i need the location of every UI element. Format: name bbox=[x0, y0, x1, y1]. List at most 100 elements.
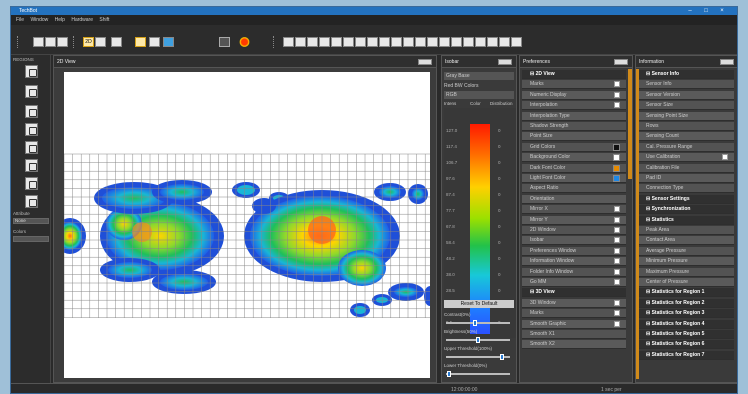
toolbar-tool-19-icon[interactable] bbox=[499, 37, 510, 47]
information-row[interactable]: Cal. Pressure Range bbox=[638, 142, 734, 152]
toolbar-tool-16-icon[interactable] bbox=[463, 37, 474, 47]
preference-row[interactable]: Information Window bbox=[522, 257, 626, 267]
close-button[interactable]: × bbox=[715, 7, 729, 15]
checkbox[interactable] bbox=[614, 102, 620, 109]
slider-handle[interactable] bbox=[500, 354, 504, 360]
preference-row[interactable]: Folder Info Window bbox=[522, 267, 626, 277]
isobar-scheme[interactable]: RGB bbox=[444, 91, 514, 99]
menu-shift[interactable]: Shift bbox=[99, 15, 109, 25]
menu-file[interactable]: File bbox=[16, 15, 24, 25]
preference-category[interactable]: ⊟ 2D View bbox=[522, 70, 626, 79]
toolbar-tool-7-icon[interactable] bbox=[355, 37, 366, 47]
checkbox[interactable] bbox=[614, 258, 620, 265]
preference-row[interactable]: Point Size bbox=[522, 132, 626, 142]
checkbox[interactable] bbox=[614, 310, 620, 317]
toolbar-tool-12-icon[interactable] bbox=[415, 37, 426, 47]
toolbar-tool-11-icon[interactable] bbox=[403, 37, 414, 47]
preference-row[interactable]: Numeric Display bbox=[522, 90, 626, 100]
information-row[interactable]: Calibration File bbox=[638, 163, 734, 173]
preference-row[interactable]: Interpolation bbox=[522, 101, 626, 111]
color-swatch[interactable] bbox=[613, 164, 620, 172]
preference-row[interactable]: Interpolation Type bbox=[522, 111, 626, 121]
slider-handle[interactable] bbox=[447, 371, 452, 377]
menu-hardware[interactable]: Hardware bbox=[71, 15, 93, 25]
information-category[interactable]: ⊟ Statistics bbox=[638, 215, 734, 225]
checkbox[interactable] bbox=[614, 268, 620, 275]
line-icon[interactable] bbox=[25, 85, 38, 98]
preference-category[interactable]: ⊟ 3D View bbox=[522, 288, 626, 298]
information-row[interactable]: Sensor Version bbox=[638, 90, 734, 100]
toolbar-tool-1-icon[interactable] bbox=[283, 37, 294, 47]
information-row[interactable]: Sensor Size bbox=[638, 101, 734, 111]
checkbox[interactable] bbox=[614, 227, 620, 233]
frame-icon[interactable] bbox=[111, 37, 122, 47]
grid-icon[interactable] bbox=[135, 37, 146, 47]
toolbar-tool-15-icon[interactable] bbox=[451, 37, 462, 47]
information-row[interactable]: Center of Pressure bbox=[638, 278, 734, 287]
preference-row[interactable]: Smooth Graphic bbox=[522, 319, 626, 329]
information-category[interactable]: ⊟ Statistics for Region 5 bbox=[638, 330, 734, 339]
table-icon[interactable] bbox=[95, 37, 106, 47]
logo-icon[interactable] bbox=[239, 37, 250, 47]
information-category[interactable]: ⊟ Sensor Settings bbox=[638, 194, 734, 204]
toolbar-tool-18-icon[interactable] bbox=[487, 37, 498, 47]
rect-icon[interactable] bbox=[25, 141, 38, 154]
information-category[interactable]: ⊟ Statistics for Region 2 bbox=[638, 298, 734, 308]
information-row[interactable]: Minimum Pressure bbox=[638, 257, 734, 267]
checkbox[interactable] bbox=[614, 81, 620, 88]
preference-row[interactable]: Marks bbox=[522, 80, 626, 90]
preference-row[interactable]: 2D Window bbox=[522, 226, 626, 235]
information-row[interactable]: Contact Area bbox=[638, 236, 734, 246]
sensor-icon[interactable] bbox=[33, 37, 44, 47]
preference-row[interactable]: Orientation bbox=[522, 194, 626, 204]
preference-row[interactable]: Dark Font Color bbox=[522, 163, 626, 173]
toolbar-tool-13-icon[interactable] bbox=[427, 37, 438, 47]
toolbar-tool-9-icon[interactable] bbox=[379, 37, 390, 47]
checkbox[interactable] bbox=[614, 237, 620, 244]
information-pin-button[interactable] bbox=[720, 59, 734, 65]
preference-row[interactable]: Light Font Color bbox=[522, 174, 626, 183]
checkbox[interactable] bbox=[614, 216, 620, 223]
toolbar-tool-4-icon[interactable] bbox=[319, 37, 330, 47]
minimize-button[interactable]: – bbox=[683, 7, 697, 15]
preference-row[interactable]: Marks bbox=[522, 309, 626, 319]
menu-help[interactable]: Help bbox=[55, 15, 65, 25]
information-row[interactable]: Connection Type bbox=[638, 184, 734, 194]
isobar-pin-button[interactable] bbox=[498, 59, 512, 65]
information-row[interactable]: Sensor Info bbox=[638, 80, 734, 90]
information-row[interactable]: Sensing Point Size bbox=[638, 111, 734, 121]
information-category[interactable]: ⊟ Statistics for Region 3 bbox=[638, 309, 734, 319]
polygon-icon[interactable] bbox=[25, 123, 38, 136]
information-category[interactable]: ⊟ Statistics for Region 7 bbox=[638, 350, 734, 360]
circle-icon[interactable] bbox=[25, 105, 38, 118]
toolbar-tool-3-icon[interactable] bbox=[307, 37, 318, 47]
attribute-field[interactable]: None bbox=[13, 218, 49, 224]
toolbar-tool-10-icon[interactable] bbox=[391, 37, 402, 47]
slider-track[interactable] bbox=[446, 337, 510, 343]
export-icon[interactable] bbox=[163, 37, 174, 47]
reset-default-button[interactable]: Reset To Default bbox=[444, 300, 514, 308]
toolbar-tool-8-icon[interactable] bbox=[367, 37, 378, 47]
checkbox[interactable] bbox=[722, 154, 728, 161]
colors-field[interactable] bbox=[13, 236, 49, 242]
slider-track[interactable] bbox=[446, 354, 510, 360]
preference-row[interactable]: Aspect Ratio bbox=[522, 184, 626, 194]
information-category[interactable]: ⊟ Statistics for Region 6 bbox=[638, 340, 734, 350]
save-icon[interactable] bbox=[45, 37, 56, 47]
slider-handle[interactable] bbox=[473, 320, 477, 326]
view-2d-pin-button[interactable] bbox=[418, 59, 432, 65]
stroke-icon[interactable] bbox=[25, 159, 38, 172]
toolbar-tool-5-icon[interactable] bbox=[331, 37, 342, 47]
information-category[interactable]: ⊟ Statistics for Region 1 bbox=[638, 288, 734, 298]
information-category[interactable]: ⊟ Synchronization bbox=[638, 205, 734, 215]
isobar-mode[interactable]: Gray Base bbox=[444, 72, 514, 80]
toolbar-tool-6-icon[interactable] bbox=[343, 37, 354, 47]
color-swatch[interactable] bbox=[613, 154, 620, 162]
preference-row[interactable]: Shadow Strength bbox=[522, 122, 626, 131]
view-2d-icon[interactable]: 2D bbox=[83, 37, 94, 47]
preference-row[interactable]: Go MM bbox=[522, 278, 626, 287]
camera-icon[interactable] bbox=[219, 37, 230, 47]
information-scrollbar[interactable] bbox=[636, 69, 639, 379]
maximize-button[interactable]: □ bbox=[699, 7, 713, 15]
fill-icon[interactable] bbox=[25, 177, 38, 190]
